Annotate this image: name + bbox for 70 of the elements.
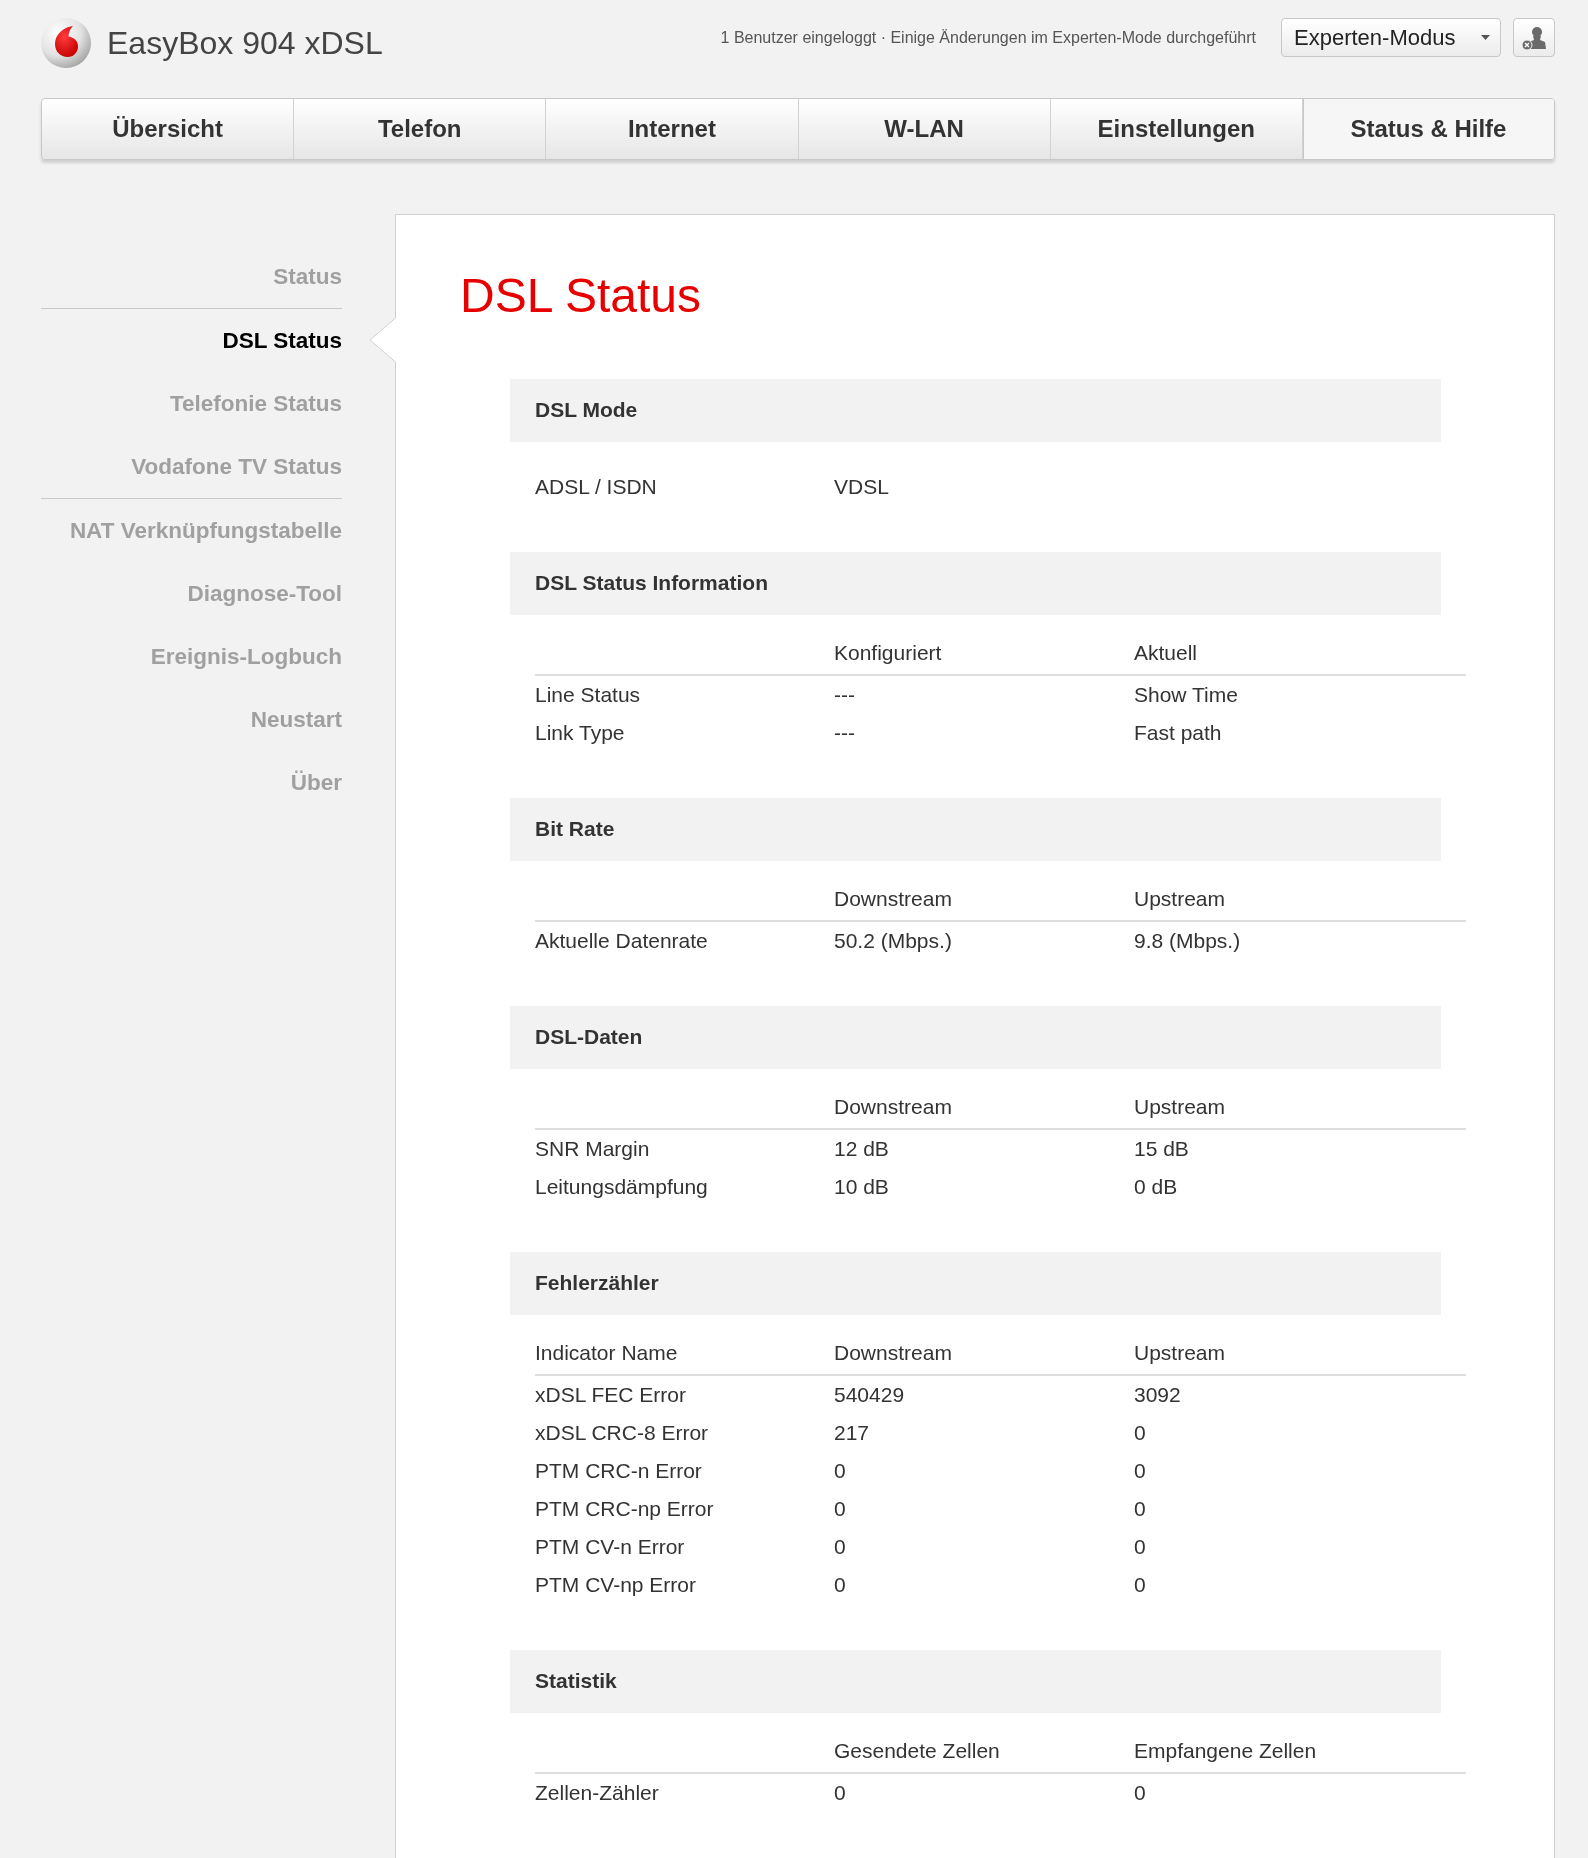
table-cell: 0 <box>1134 1458 1146 1482</box>
table-cell: 540429 <box>834 1382 905 1406</box>
column-header: Indicator Name <box>535 1340 678 1364</box>
table-cell: 0 <box>1134 1420 1146 1444</box>
column-header: Upstream <box>1134 1094 1226 1118</box>
column-header: Downstream <box>834 1340 952 1364</box>
table-cell: 0 <box>1134 1496 1146 1520</box>
table-cell: 15 dB <box>1134 1136 1189 1160</box>
table-cell: --- <box>834 720 855 744</box>
section-header: DSL-Daten <box>510 1005 1441 1069</box>
table-cell: 0 <box>834 1534 846 1558</box>
section-header: DSL Mode <box>510 378 1441 442</box>
nav-tab[interactable]: Einstellungen <box>1049 99 1302 159</box>
table-cell: 0 <box>1134 1780 1146 1804</box>
table-cell: 0 <box>834 1572 846 1596</box>
sidebar-item[interactable]: DSL Status <box>222 323 342 358</box>
table-cell: 9.8 (Mbps.) <box>1134 928 1241 952</box>
row-label: SNR Margin <box>535 1136 650 1160</box>
nav-tab[interactable]: Status & Hilfe <box>1301 99 1554 159</box>
nav-tab[interactable]: Übersicht <box>42 99 294 159</box>
row-label: Zellen-Zähler <box>535 1780 659 1804</box>
column-header: Empfangene Zellen <box>1134 1738 1317 1762</box>
caret-icon <box>1481 35 1490 40</box>
nav-tab[interactable]: Telefon <box>293 99 546 159</box>
table-cell: 50.2 (Mbps.) <box>834 928 952 952</box>
user-remove-icon <box>1521 24 1547 51</box>
row-label: Leitungsdämpfung <box>535 1174 708 1198</box>
column-header: Aktuell <box>1134 640 1198 664</box>
row-label: Link Type <box>535 720 625 744</box>
table-cell: Fast path <box>1134 720 1222 744</box>
column-header: Upstream <box>1134 1340 1226 1364</box>
table-cell: 0 <box>1134 1572 1146 1596</box>
column-header: Konfiguriert <box>834 640 942 664</box>
row-label: Aktuelle Datenrate <box>535 928 708 952</box>
column-header: Downstream <box>834 886 952 910</box>
table-cell: 10 dB <box>834 1174 889 1198</box>
column-header: Downstream <box>834 1094 952 1118</box>
user-button[interactable] <box>1513 18 1555 57</box>
table-cell: 0 <box>834 1458 846 1482</box>
row-label: PTM CRC-n Error <box>535 1458 702 1482</box>
table-cell: 3092 <box>1134 1382 1181 1406</box>
nav-tab[interactable]: Internet <box>545 99 798 159</box>
page-title: DSL Status <box>460 268 702 324</box>
table-cell: 217 <box>834 1420 870 1444</box>
column-header: Gesendete Zellen <box>834 1738 1000 1762</box>
section-header: Fehlerzähler <box>510 1251 1441 1315</box>
table-cell: 0 <box>834 1496 846 1520</box>
table-cell: 0 dB <box>1134 1174 1178 1198</box>
table-cell: 12 dB <box>834 1136 889 1160</box>
row-label: Line Status <box>535 682 641 706</box>
column-header: Upstream <box>1134 886 1226 910</box>
table-cell: 0 <box>1134 1534 1146 1558</box>
row-label: ADSL / ISDN <box>535 474 657 498</box>
table-cell: Show Time <box>1134 682 1238 706</box>
section-header: Statistik <box>510 1649 1441 1713</box>
table-cell: --- <box>834 682 855 706</box>
row-label: PTM CV-np Error <box>535 1572 697 1596</box>
section-header: Bit Rate <box>510 797 1441 861</box>
product-name: EasyBox 904 xDSL <box>107 24 383 63</box>
session-info-text: 1 Benutzer eingeloggt · Einige Änderungen im Experten-Mode durchgeführt <box>720 28 1256 48</box>
row-label: xDSL FEC Error <box>535 1382 686 1406</box>
mode-dropdown[interactable]: Experten-Modus <box>1281 18 1501 57</box>
section-header: DSL Status Information <box>510 551 1441 615</box>
table-cell: VDSL <box>834 474 889 498</box>
logo-icon <box>41 18 91 68</box>
row-label: PTM CRC-np Error <box>535 1496 714 1520</box>
row-label: xDSL CRC-8 Error <box>535 1420 709 1444</box>
row-label: PTM CV-n Error <box>535 1534 685 1558</box>
nav-tab[interactable]: W-LAN <box>797 99 1050 159</box>
table-cell: 0 <box>834 1780 846 1804</box>
